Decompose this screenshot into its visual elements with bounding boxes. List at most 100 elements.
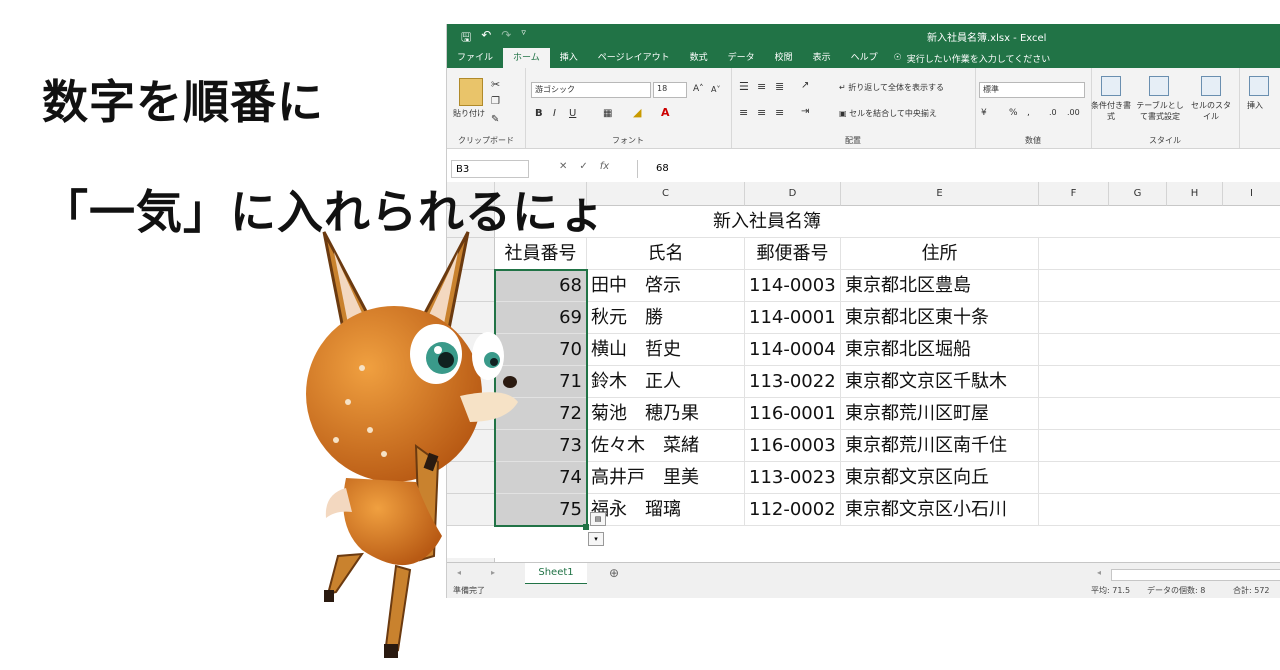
- shrink-font-icon[interactable]: A˅: [711, 85, 720, 94]
- paste-button[interactable]: 貼り付け: [453, 108, 485, 119]
- postal-code-cell[interactable]: 116-0003: [745, 430, 841, 462]
- autofill-options-icon[interactable]: ▾: [588, 532, 604, 546]
- address-cell[interactable]: 東京都文京区千駄木: [841, 366, 1039, 398]
- address-cell[interactable]: 東京都文京区向丘: [841, 462, 1039, 494]
- horizontal-scrollbar[interactable]: [1111, 569, 1280, 581]
- cell-styles-button[interactable]: セルのスタイル: [1189, 100, 1233, 122]
- header-postal-code[interactable]: 郵便番号: [745, 238, 841, 270]
- header-name[interactable]: 氏名: [587, 238, 745, 270]
- align-middle-icon[interactable]: ≡: [757, 80, 766, 93]
- underline-button[interactable]: U: [569, 108, 576, 119]
- tab-home[interactable]: ホーム: [503, 48, 550, 68]
- fill-color-icon[interactable]: ◢: [633, 106, 641, 119]
- tell-me-box[interactable]: ☉ 実行したい作業を入力してください: [888, 52, 1051, 65]
- column-header-c[interactable]: C: [587, 182, 745, 206]
- paste-icon[interactable]: [459, 78, 483, 106]
- name-cell[interactable]: 高井戸 里美: [587, 462, 745, 494]
- name-cell[interactable]: 秋元 勝: [587, 302, 745, 334]
- align-bottom-icon[interactable]: ≣: [775, 80, 784, 93]
- empty-cells[interactable]: [1039, 238, 1280, 270]
- italic-button[interactable]: I: [553, 108, 556, 119]
- address-cell[interactable]: 東京都北区堀船: [841, 334, 1039, 366]
- column-header-e[interactable]: E: [841, 182, 1039, 206]
- postal-code-cell[interactable]: 113-0023: [745, 462, 841, 494]
- font-color-icon[interactable]: A: [661, 106, 670, 119]
- font-size-select[interactable]: 18: [653, 82, 687, 98]
- quick-analysis-icon[interactable]: ▤: [590, 512, 606, 526]
- empty-cells[interactable]: [1039, 366, 1280, 398]
- percent-icon[interactable]: %: [1009, 108, 1018, 118]
- postal-code-cell[interactable]: 113-0022: [745, 366, 841, 398]
- empty-cells[interactable]: [1039, 206, 1280, 238]
- indent-icon[interactable]: ⇥: [801, 106, 809, 117]
- orientation-icon[interactable]: ↗: [801, 80, 809, 91]
- decrease-decimal-icon[interactable]: .00: [1067, 108, 1080, 117]
- empty-cells[interactable]: [1039, 302, 1280, 334]
- font-name-select[interactable]: 游ゴシック: [531, 82, 651, 98]
- empty-cells[interactable]: [1039, 398, 1280, 430]
- address-cell[interactable]: 東京都荒川区町屋: [841, 398, 1039, 430]
- name-cell[interactable]: 菊池 穂乃果: [587, 398, 745, 430]
- cut-icon[interactable]: ✂: [491, 78, 500, 91]
- name-cell[interactable]: 鈴木 正人: [587, 366, 745, 398]
- name-cell[interactable]: 佐々木 菜緒: [587, 430, 745, 462]
- empty-cells[interactable]: [1039, 334, 1280, 366]
- tab-formulas[interactable]: 数式: [680, 48, 718, 68]
- tab-help[interactable]: ヘルプ: [841, 48, 888, 68]
- tab-review[interactable]: 校閲: [765, 48, 803, 68]
- name-cell[interactable]: 福永 瑠璃: [587, 494, 745, 526]
- format-painter-icon[interactable]: ✎: [491, 114, 499, 125]
- column-header-h[interactable]: H: [1167, 182, 1223, 206]
- empty-cells[interactable]: [1039, 430, 1280, 462]
- tab-file[interactable]: ファイル: [447, 48, 503, 68]
- address-cell[interactable]: 東京都文京区小石川: [841, 494, 1039, 526]
- align-left-icon[interactable]: ≡: [739, 106, 748, 119]
- wrap-text-button[interactable]: ↵ 折り返して全体を表示する: [839, 82, 944, 93]
- tab-data[interactable]: データ: [718, 48, 765, 68]
- align-center-icon[interactable]: ≡: [757, 106, 766, 119]
- column-header-g[interactable]: G: [1109, 182, 1167, 206]
- tab-page-layout[interactable]: ページレイアウト: [588, 48, 680, 68]
- postal-code-cell[interactable]: 114-0001: [745, 302, 841, 334]
- empty-cells[interactable]: [1039, 494, 1280, 526]
- copy-icon[interactable]: ❐: [491, 96, 500, 107]
- fill-handle[interactable]: [583, 524, 589, 530]
- sheet-tab-sheet1[interactable]: Sheet1: [525, 563, 587, 585]
- increase-decimal-icon[interactable]: .0: [1049, 108, 1057, 117]
- function-icon[interactable]: fx: [600, 161, 609, 172]
- save-icon[interactable]: 🖫: [461, 28, 471, 49]
- merge-center-button[interactable]: ▣ セルを結合して中央揃え: [839, 108, 937, 119]
- column-header-d[interactable]: D: [745, 182, 841, 206]
- postal-code-cell[interactable]: 116-0001: [745, 398, 841, 430]
- conditional-format-button[interactable]: 条件付き書式: [1091, 100, 1131, 122]
- postal-code-cell[interactable]: 114-0004: [745, 334, 841, 366]
- address-cell[interactable]: 東京都北区豊島: [841, 270, 1039, 302]
- bold-button[interactable]: B: [535, 108, 543, 119]
- column-header-i[interactable]: I: [1223, 182, 1280, 206]
- currency-icon[interactable]: ¥: [981, 108, 987, 118]
- name-cell[interactable]: 横山 哲史: [587, 334, 745, 366]
- add-sheet-icon[interactable]: ⊕: [609, 566, 619, 580]
- column-header-f[interactable]: F: [1039, 182, 1109, 206]
- postal-code-cell[interactable]: 114-0003: [745, 270, 841, 302]
- name-cell[interactable]: 田中 啓示: [587, 270, 745, 302]
- number-format-select[interactable]: 標準: [979, 82, 1085, 98]
- tab-view[interactable]: 表示: [803, 48, 841, 68]
- align-top-icon[interactable]: ☰: [739, 80, 749, 93]
- align-right-icon[interactable]: ≡: [775, 106, 784, 119]
- scroll-left-icon[interactable]: ◂: [1097, 568, 1101, 577]
- empty-cells[interactable]: [1039, 462, 1280, 494]
- formula-input[interactable]: 68: [637, 160, 669, 178]
- borders-icon[interactable]: ▦: [603, 108, 612, 119]
- customize-qat-icon[interactable]: ▿: [521, 28, 526, 49]
- postal-code-cell[interactable]: 112-0002: [745, 494, 841, 526]
- enter-icon[interactable]: ✓: [579, 161, 587, 172]
- format-as-table-button[interactable]: テーブルとして書式設定: [1133, 100, 1187, 122]
- undo-icon[interactable]: ↶: [481, 28, 491, 49]
- grow-font-icon[interactable]: A˄: [693, 84, 704, 94]
- address-cell[interactable]: 東京都荒川区南千住: [841, 430, 1039, 462]
- address-cell[interactable]: 東京都北区東十条: [841, 302, 1039, 334]
- cancel-icon[interactable]: ✕: [559, 161, 567, 172]
- empty-cells[interactable]: [1039, 270, 1280, 302]
- redo-icon[interactable]: ↷: [501, 28, 511, 49]
